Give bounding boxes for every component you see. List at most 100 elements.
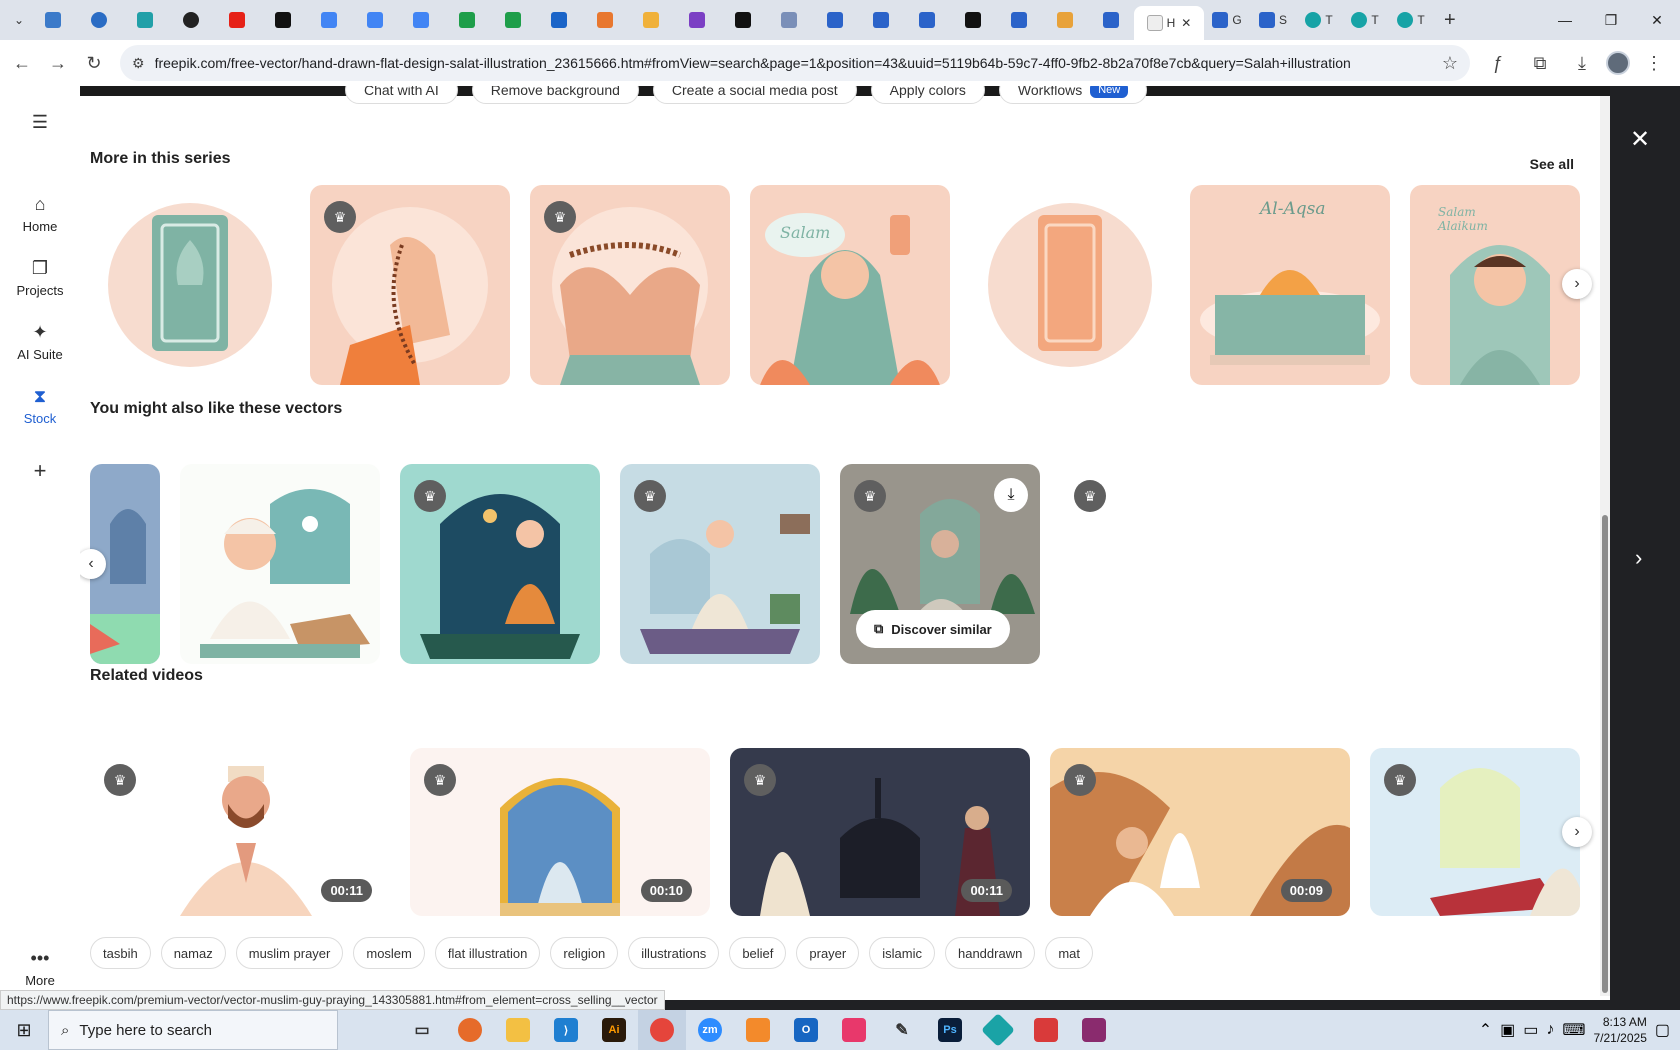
tab[interactable]: [766, 5, 812, 35]
language-icon[interactable]: ⌨: [1562, 1020, 1585, 1040]
back-icon[interactable]: ←: [4, 45, 40, 81]
close-window-icon[interactable]: ✕: [1634, 0, 1680, 40]
tag-chip[interactable]: islamic: [869, 937, 935, 969]
sidebar-item-more[interactable]: ••• More: [0, 948, 80, 988]
tag-chip[interactable]: flat illustration: [434, 937, 541, 969]
tab[interactable]: [582, 5, 628, 35]
outlook-icon[interactable]: O: [782, 1010, 830, 1050]
next-resource-chevron-icon[interactable]: ›: [1635, 545, 1642, 571]
tab[interactable]: [122, 5, 168, 35]
hamburger-menu-icon[interactable]: ☰: [0, 112, 80, 137]
tag-chip[interactable]: prayer: [796, 937, 860, 969]
app-red-icon[interactable]: [1022, 1010, 1070, 1050]
tag-chip[interactable]: namaz: [160, 937, 226, 969]
sidebar-item-projects[interactable]: ❐ Projects: [0, 258, 80, 298]
tag-chip[interactable]: belief: [729, 937, 787, 969]
tab[interactable]: T: [1296, 5, 1342, 35]
tab[interactable]: [168, 5, 214, 35]
tab[interactable]: [1042, 5, 1088, 35]
tab[interactable]: [352, 5, 398, 35]
tab[interactable]: [1088, 5, 1134, 35]
video-card[interactable]: ♛ 00:11: [90, 748, 390, 916]
sidebar-item-home[interactable]: ⌂ Home: [0, 194, 80, 234]
tag-chip[interactable]: illustrations: [628, 937, 720, 969]
close-tab-icon[interactable]: ✕: [1181, 16, 1191, 30]
series-card[interactable]: [90, 185, 290, 385]
social-media-post-button[interactable]: Create a social media post: [652, 86, 857, 104]
video-card[interactable]: ♛: [1370, 748, 1580, 916]
url-text[interactable]: freepik.com/free-vector/hand-drawn-flat-…: [155, 55, 1442, 71]
address-bar[interactable]: ⚙ freepik.com/free-vector/hand-drawn-fla…: [120, 45, 1470, 81]
extensions-puzzle-icon[interactable]: ⧉: [1522, 45, 1558, 81]
tag-chip[interactable]: muslim prayer: [235, 937, 344, 969]
tab[interactable]: [398, 5, 444, 35]
tab[interactable]: [950, 5, 996, 35]
tab[interactable]: [996, 5, 1042, 35]
new-tab-button[interactable]: +: [1444, 9, 1456, 32]
series-card[interactable]: Salam Alaikum: [1410, 185, 1580, 385]
app-orange-icon[interactable]: [734, 1010, 782, 1050]
series-card[interactable]: ♛: [530, 185, 730, 385]
profile-avatar[interactable]: [1606, 51, 1630, 75]
tag-chip[interactable]: tasbih: [90, 937, 151, 969]
series-card[interactable]: Salam: [750, 185, 950, 385]
notifications-icon[interactable]: ▢: [1655, 1020, 1670, 1040]
taskbar-search-box[interactable]: ⌕ Type here to search: [48, 1010, 338, 1050]
illustrator-icon[interactable]: Ai: [590, 1010, 638, 1050]
minimize-icon[interactable]: —: [1542, 0, 1588, 40]
file-explorer-icon[interactable]: [494, 1010, 542, 1050]
tab[interactable]: T: [1342, 5, 1388, 35]
remove-background-button[interactable]: Remove background: [471, 86, 639, 104]
zoom-icon[interactable]: zm: [686, 1010, 734, 1050]
tag-chip[interactable]: mat: [1045, 937, 1093, 969]
vector-card[interactable]: [180, 464, 380, 664]
vector-card-hovered[interactable]: ♛ ⤓ ⧉ Discover similar: [840, 464, 1040, 664]
tab[interactable]: [674, 5, 720, 35]
chrome-icon[interactable]: [638, 1010, 686, 1050]
tab[interactable]: [904, 5, 950, 35]
apply-colors-button[interactable]: Apply colors: [870, 86, 985, 104]
scrollbar-thumb[interactable]: [1602, 515, 1608, 993]
tab[interactable]: [306, 5, 352, 35]
tab[interactable]: G: [1204, 5, 1250, 35]
tab[interactable]: [812, 5, 858, 35]
tab[interactable]: [214, 5, 260, 35]
firefox-icon[interactable]: [446, 1010, 494, 1050]
workflows-button[interactable]: Workflows New: [998, 86, 1148, 104]
video-card[interactable]: ♛ 00:11: [730, 748, 1030, 916]
menu-dots-icon[interactable]: ⋮: [1636, 45, 1672, 81]
tab[interactable]: [720, 5, 766, 35]
forward-icon[interactable]: →: [40, 45, 76, 81]
tab[interactable]: [30, 5, 76, 35]
network-icon[interactable]: ▭: [1523, 1020, 1538, 1040]
tab[interactable]: T: [1388, 5, 1434, 35]
series-card[interactable]: [970, 185, 1170, 385]
video-card[interactable]: ♛ 00:10: [410, 748, 710, 916]
tab[interactable]: S: [1250, 5, 1296, 35]
videos-next-chevron-icon[interactable]: ›: [1562, 817, 1592, 847]
tab-search-chevron-icon[interactable]: ⌄: [8, 9, 30, 31]
site-info-icon[interactable]: ⚙: [132, 55, 145, 72]
discover-similar-button[interactable]: ⧉ Discover similar: [856, 610, 1010, 648]
winrar-icon[interactable]: [1070, 1010, 1118, 1050]
tab[interactable]: [444, 5, 490, 35]
series-next-chevron-icon[interactable]: ›: [1562, 269, 1592, 299]
restore-icon[interactable]: ❐: [1588, 0, 1634, 40]
vscode-icon[interactable]: ⟩: [542, 1010, 590, 1050]
series-card[interactable]: ♛: [310, 185, 510, 385]
clock[interactable]: 8:13 AM 7/21/2025: [1593, 1014, 1646, 1046]
windows-start-icon[interactable]: ⊞: [0, 1010, 48, 1050]
creative-cloud-icon[interactable]: [830, 1010, 878, 1050]
tray-app-icon[interactable]: ▣: [1500, 1020, 1515, 1040]
tag-chip[interactable]: moslem: [353, 937, 425, 969]
extension-icon[interactable]: ƒ: [1480, 45, 1516, 81]
sidebar-item-stock[interactable]: ⧗ Stock: [0, 386, 80, 426]
tab[interactable]: [536, 5, 582, 35]
sidebar-item-ai-suite[interactable]: ✦ AI Suite: [0, 322, 80, 362]
pen-tool-icon[interactable]: ✎: [878, 1010, 926, 1050]
video-card[interactable]: ♛ 00:09: [1050, 748, 1350, 916]
tab[interactable]: [628, 5, 674, 35]
tab[interactable]: [490, 5, 536, 35]
bookmark-star-icon[interactable]: ☆: [1442, 53, 1458, 74]
tray-chevron-icon[interactable]: ⌃: [1479, 1020, 1492, 1040]
